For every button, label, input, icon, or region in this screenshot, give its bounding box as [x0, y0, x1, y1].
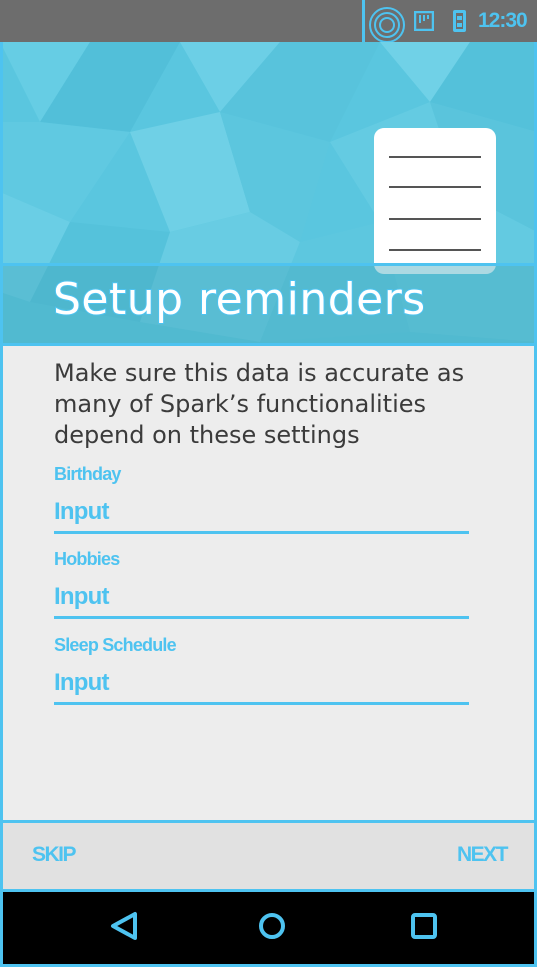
next-button[interactable]: NEXT	[457, 843, 509, 867]
action-bar: SKIP NEXT	[0, 820, 537, 892]
battery-icon	[453, 10, 466, 32]
status-bar-divider	[362, 0, 365, 42]
intro-text: Make sure this data is accurate as many …	[54, 359, 465, 449]
skip-button[interactable]: SKIP	[32, 843, 77, 867]
status-bar: 12:30	[0, 0, 537, 43]
page-title: Setup reminders	[52, 273, 426, 326]
system-nav-bar	[0, 892, 537, 967]
sleep-schedule-label: Sleep Schedule	[54, 635, 177, 655]
back-icon[interactable]	[107, 909, 141, 943]
status-clock: 12:30	[478, 9, 528, 32]
birthday-input[interactable]: Input	[54, 494, 469, 534]
home-icon[interactable]	[255, 909, 289, 943]
recents-icon[interactable]	[407, 909, 441, 943]
birthday-label: Birthday	[54, 464, 121, 484]
setup-form: Make sure this data is accurate as many …	[0, 346, 537, 820]
hobbies-input[interactable]: Input	[54, 579, 469, 619]
hobbies-label: Hobbies	[54, 549, 120, 569]
signal-icon	[414, 11, 434, 31]
notepad-icon	[374, 128, 496, 274]
hero-header: Setup reminders	[0, 42, 537, 346]
sleep-schedule-input[interactable]: Input	[54, 665, 469, 705]
